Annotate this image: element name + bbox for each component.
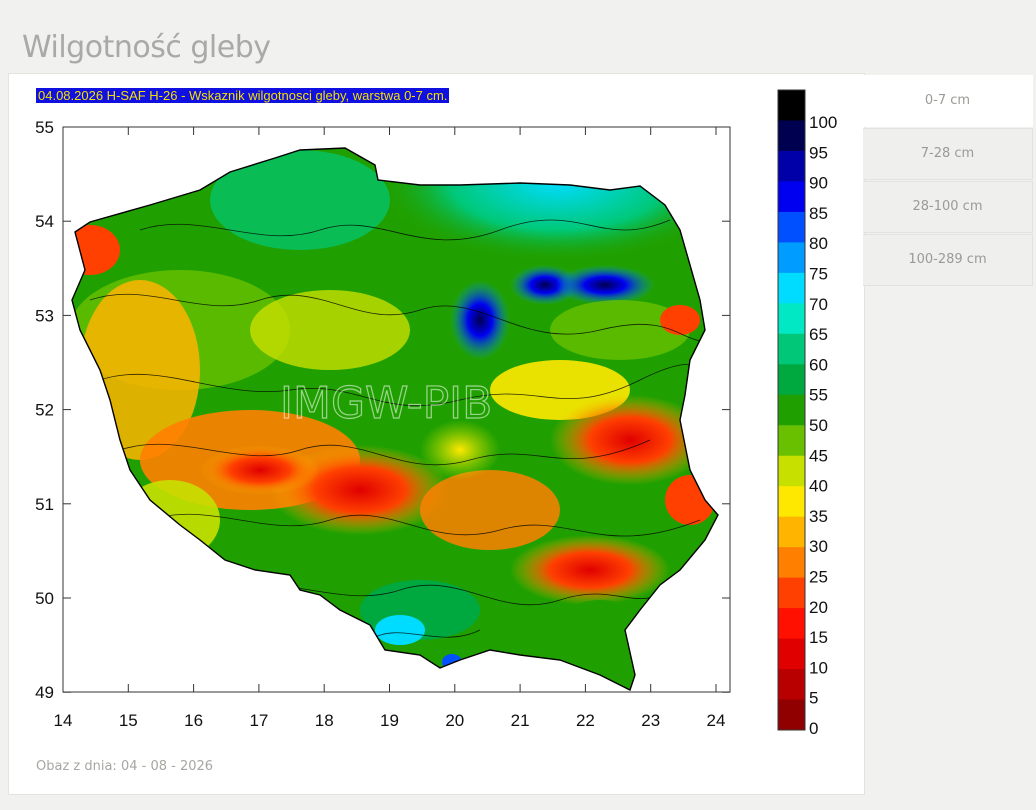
legend-label: 100	[809, 113, 837, 132]
legend-label: 10	[809, 658, 828, 677]
y-tick-label: 53	[35, 306, 54, 325]
legend-swatch	[778, 394, 805, 426]
legend-label: 5	[809, 689, 818, 708]
legend-swatch	[778, 242, 805, 274]
legend-label: 95	[809, 143, 828, 162]
legend-label: 50	[809, 416, 828, 435]
y-tick-label: 51	[35, 495, 54, 514]
legend-label: 60	[809, 355, 828, 374]
map-caption: 04.08.2026 H-SAF H-26 - Wskaznik wilgotn…	[36, 88, 450, 103]
x-tick-label: 14	[54, 711, 73, 730]
x-tick-label: 15	[119, 711, 138, 730]
legend-swatch	[778, 150, 805, 182]
legend-swatch	[778, 608, 805, 640]
x-tick-label: 20	[445, 711, 464, 730]
tab-0-7-cm[interactable]: 0-7 cm	[863, 75, 1033, 127]
date-note: Obaz z dnia: 04 - 08 - 2026	[36, 759, 214, 774]
tab-7-28-cm[interactable]: 7-28 cm	[863, 128, 1033, 180]
layer-tabs: 0-7 cm 7-28 cm 28-100 cm 100-289 cm	[863, 75, 1033, 287]
legend-swatch	[778, 638, 805, 670]
x-tick-label: 16	[184, 711, 203, 730]
x-tick-label: 22	[576, 711, 595, 730]
legend-label: 40	[809, 477, 828, 496]
legend-swatch	[778, 455, 805, 487]
legend-swatch	[778, 272, 805, 304]
legend-label: 15	[809, 628, 828, 647]
legend-swatch	[778, 669, 805, 701]
legend-swatch	[778, 364, 805, 396]
tab-100-289-cm[interactable]: 100-289 cm	[863, 234, 1033, 286]
legend-swatch	[778, 425, 805, 457]
x-tick-label: 24	[707, 711, 726, 730]
legend-swatch	[778, 120, 805, 152]
legend-swatch	[778, 333, 805, 365]
y-tick-label: 52	[35, 401, 54, 420]
legend-label: 80	[809, 234, 828, 253]
legend-swatch	[778, 547, 805, 579]
legend-label: 35	[809, 507, 828, 526]
y-tick-label: 50	[35, 589, 54, 608]
legend-label: 75	[809, 265, 828, 284]
legend-label: 25	[809, 568, 828, 587]
y-tick-label: 49	[35, 683, 54, 702]
y-tick-label: 55	[35, 118, 54, 137]
legend-label: 70	[809, 295, 828, 314]
legend-swatch	[778, 699, 805, 731]
legend-swatch	[778, 486, 805, 518]
legend-swatch	[778, 303, 805, 335]
x-tick-label: 21	[511, 711, 530, 730]
x-tick-label: 17	[249, 711, 268, 730]
legend-swatch	[778, 577, 805, 609]
legend-label: 20	[809, 598, 828, 617]
y-tick-label: 54	[35, 212, 54, 231]
legend-swatch	[778, 516, 805, 548]
legend-label: 0	[809, 719, 818, 738]
legend-swatch	[778, 181, 805, 213]
x-tick-label: 19	[380, 711, 399, 730]
watermark: IMGW-PIB	[280, 378, 492, 429]
legend-label: 45	[809, 446, 828, 465]
color-legend: 1009590858075706560555045403530252015105…	[777, 89, 837, 738]
legend-label: 30	[809, 537, 828, 556]
legend-label: 90	[809, 174, 828, 193]
legend-label: 55	[809, 386, 828, 405]
x-tick-label: 18	[315, 711, 334, 730]
legend-label: 65	[809, 325, 828, 344]
legend-label: 85	[809, 204, 828, 223]
x-tick-label: 23	[641, 711, 660, 730]
legend-swatch	[778, 211, 805, 243]
tab-28-100-cm[interactable]: 28-100 cm	[863, 181, 1033, 233]
legend-swatch	[778, 90, 805, 121]
